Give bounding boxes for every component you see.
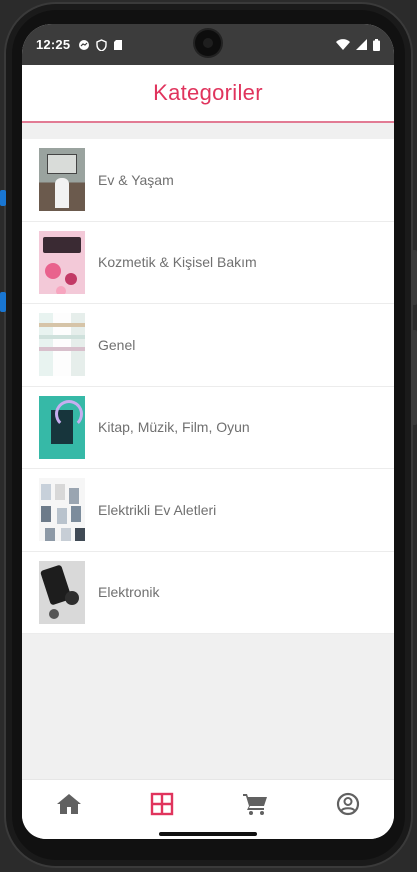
account-icon xyxy=(336,792,359,815)
home-appliances-thumbnail xyxy=(39,478,85,542)
electronics-thumbnail xyxy=(39,560,85,624)
category-item-elektrikli[interactable]: Elektrikli Ev Aletleri xyxy=(22,469,394,552)
power-button xyxy=(412,330,417,425)
nav-cart[interactable] xyxy=(225,784,285,824)
home-living-thumbnail xyxy=(39,148,85,212)
signal-icon xyxy=(356,39,367,50)
nav-account[interactable] xyxy=(318,784,378,824)
book-music-thumbnail xyxy=(39,395,85,459)
messenger-icon xyxy=(79,39,90,50)
wifi-icon xyxy=(336,39,350,50)
nav-home[interactable] xyxy=(39,784,99,824)
category-item-ev-yasam[interactable]: Ev & Yaşam xyxy=(22,139,394,222)
page-title: Kategoriler xyxy=(153,80,263,105)
page-header: Kategoriler xyxy=(22,65,394,123)
general-store-thumbnail xyxy=(39,313,85,377)
category-label: Genel xyxy=(98,336,136,353)
category-item-kitap[interactable]: Kitap, Müzik, Film, Oyun xyxy=(22,386,394,469)
bottom-navigation xyxy=(22,779,394,827)
status-bar: 12:25 xyxy=(22,24,394,65)
category-label: Kitap, Müzik, Film, Oyun xyxy=(98,419,250,436)
cosmetics-thumbnail xyxy=(39,230,85,294)
category-label: Elektronik xyxy=(98,584,160,601)
sd-card-icon xyxy=(114,39,123,50)
category-item-elektronik[interactable]: Elektronik xyxy=(22,551,394,634)
home-icon xyxy=(56,793,81,814)
category-label: Kozmetik & Kişisel Bakım xyxy=(98,254,257,271)
battery-icon xyxy=(373,38,380,51)
cart-icon xyxy=(242,793,267,815)
category-item-genel[interactable]: Genel xyxy=(22,304,394,387)
category-list: Ev & Yaşam Kozmetik & Kişisel Bakım Gene… xyxy=(22,139,394,634)
vpn-shield-icon xyxy=(96,38,107,51)
background-window-sliver xyxy=(0,292,6,312)
nav-categories[interactable] xyxy=(132,784,192,824)
categories-grid-icon xyxy=(150,792,173,815)
category-item-kozmetik[interactable]: Kozmetik & Kişisel Bakım xyxy=(22,221,394,304)
category-label: Elektrikli Ev Aletleri xyxy=(98,501,217,518)
status-time: 12:25 xyxy=(36,37,71,52)
app-screen: 12:25 Kategoriler Ev & Yaşam Kozmetik & … xyxy=(22,24,394,839)
background-window-sliver xyxy=(0,190,6,206)
category-label: Ev & Yaşam xyxy=(98,171,174,188)
volume-button xyxy=(412,250,417,305)
front-camera xyxy=(195,30,221,56)
home-indicator[interactable] xyxy=(159,832,257,836)
